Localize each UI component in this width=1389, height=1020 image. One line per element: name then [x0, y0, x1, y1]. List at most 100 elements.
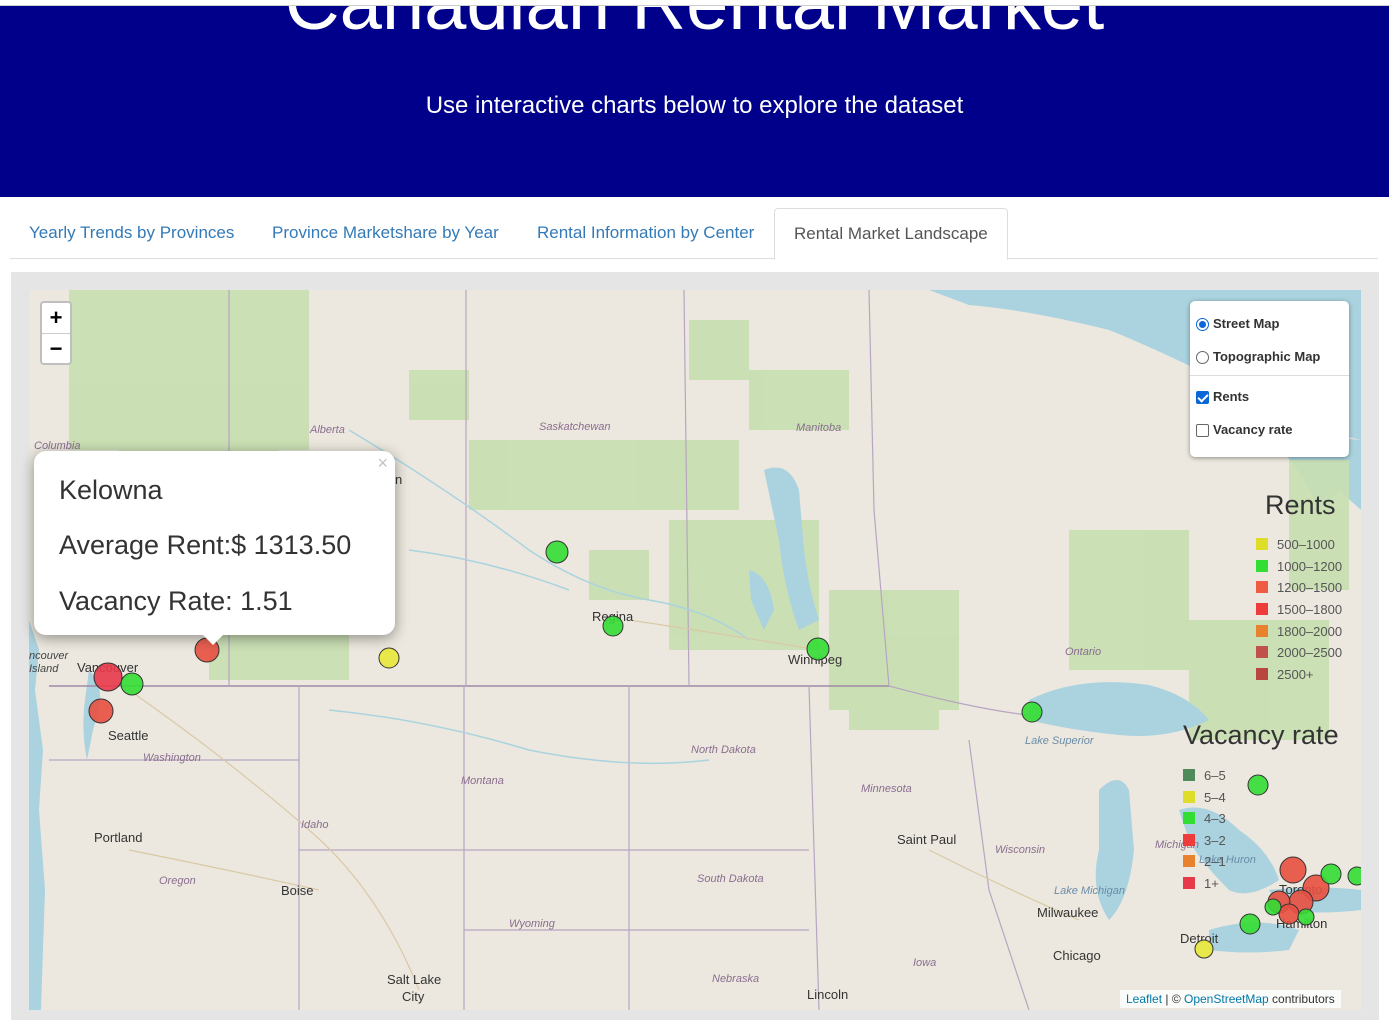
- rents-legend-item: 1800–2000: [1256, 625, 1342, 638]
- popup-average-rent: Average Rent:$ 1313.50: [59, 530, 352, 560]
- legend-swatch: [1183, 791, 1195, 803]
- legend-label: 1800–2000: [1277, 624, 1343, 639]
- layer-separator: [1190, 375, 1349, 376]
- map-attribution: Leaflet | © OpenStreetMap contributors: [1120, 990, 1341, 1008]
- label-manitoba: Manitoba: [796, 422, 841, 434]
- popup-vacancy-rate: Vacancy Rate: 1.51: [59, 586, 293, 616]
- rents-checkbox[interactable]: [1196, 390, 1209, 404]
- vacancy-legend-item: 1+: [1183, 877, 1219, 890]
- marker-winnipeg[interactable]: [806, 637, 830, 661]
- marker-london[interactable]: [1239, 913, 1261, 935]
- label-minnesota: Minnesota: [861, 783, 912, 795]
- label-salt-lake-1: Salt Lake: [387, 972, 441, 987]
- label-saint-paul: Saint Paul: [897, 832, 956, 847]
- rents-legend-item: 2000–2500: [1256, 646, 1342, 659]
- marker-abbotsford[interactable]: [120, 672, 144, 696]
- page-subtitle: Use interactive charts below to explore …: [425, 92, 964, 119]
- label-vancouver-island-2: Island: [29, 663, 59, 675]
- legend-swatch: [1256, 646, 1268, 658]
- layer-street-map[interactable]: Street Map: [1196, 314, 1279, 334]
- tab-yearly-trends[interactable]: Yearly Trends by Provinces: [10, 208, 253, 257]
- label-salt-lake-2: City: [402, 989, 425, 1004]
- layer-control: Street Map Topographic Map Rents Vacancy…: [1190, 301, 1349, 457]
- label-portland: Portland: [94, 830, 142, 845]
- label-ontario: Ontario: [1065, 646, 1101, 658]
- map-canvas[interactable]: Alberta Saskatchewan Manitoba Ontario Co…: [29, 290, 1361, 1010]
- zoom-out-button[interactable]: −: [42, 334, 70, 364]
- zoom-control: + −: [40, 301, 72, 365]
- popup-city-name: Kelowna: [59, 475, 163, 505]
- marker-vancouver[interactable]: [93, 662, 123, 692]
- legend-swatch: [1256, 668, 1268, 680]
- legend-label: 2–1: [1204, 854, 1226, 869]
- tab-bar: Yearly Trends by Provinces Province Mark…: [10, 208, 1378, 260]
- label-milwaukee: Milwaukee: [1037, 905, 1098, 920]
- marker-regina[interactable]: [602, 615, 624, 637]
- label-montana: Montana: [461, 775, 504, 787]
- vacancy-legend-item: 2–1: [1183, 855, 1226, 868]
- topographic-map-label: Topographic Map: [1213, 349, 1321, 364]
- leaflet-link[interactable]: Leaflet: [1126, 992, 1162, 1006]
- label-lake-superior: Lake Superior: [1025, 735, 1095, 747]
- zoom-in-button[interactable]: +: [42, 303, 70, 334]
- legend-swatch: [1183, 812, 1195, 824]
- label-iowa: Iowa: [913, 957, 936, 969]
- layer-rents[interactable]: Rents: [1196, 387, 1249, 407]
- legend-label: 5–4: [1204, 790, 1226, 805]
- tab-rental-market-landscape[interactable]: Rental Market Landscape: [774, 208, 1008, 260]
- popup-close-icon[interactable]: ×: [377, 453, 388, 474]
- basemap-svg: Alberta Saskatchewan Manitoba Ontario Co…: [29, 290, 1361, 1010]
- street-map-radio[interactable]: [1196, 317, 1209, 331]
- legend-label: 1+: [1204, 876, 1219, 891]
- vacancy-legend: Vacancy rate 6–5 5–4 4–3 3–2 2–1 1+: [1177, 720, 1357, 895]
- page-title: Canadian Rental Market: [0, 6, 1389, 42]
- legend-label: 3–2: [1204, 833, 1226, 848]
- marker-victoria[interactable]: [88, 698, 114, 724]
- layer-topographic-map[interactable]: Topographic Map: [1196, 347, 1320, 367]
- rents-legend-item: 1200–1500: [1256, 581, 1342, 594]
- rents-legend-item: 500–1000: [1256, 538, 1335, 551]
- legend-swatch: [1183, 769, 1195, 781]
- label-oregon: Oregon: [159, 875, 196, 887]
- label-edmonton-fragment: n: [395, 472, 402, 487]
- rents-legend-item: 2500+: [1256, 668, 1314, 681]
- rents-legend-item: 1000–1200: [1256, 560, 1342, 573]
- layer-vacancy-rate[interactable]: Vacancy rate: [1196, 420, 1293, 440]
- topographic-map-radio[interactable]: [1196, 350, 1209, 364]
- legend-swatch: [1256, 581, 1268, 593]
- rents-label: Rents: [1213, 389, 1250, 404]
- rents-legend: Rents 500–1000 1000–1200 1200–1500 1500–…: [1250, 490, 1360, 690]
- label-vancouver-island-1: ncouver: [29, 650, 69, 662]
- marker-kitchener[interactable]: [1264, 898, 1282, 916]
- legend-swatch: [1256, 538, 1268, 550]
- attribution-separator: | ©: [1162, 992, 1184, 1006]
- label-idaho: Idaho: [301, 819, 329, 831]
- legend-swatch: [1183, 877, 1195, 889]
- marker-thunder-bay[interactable]: [1021, 701, 1043, 723]
- legend-label: 4–3: [1204, 811, 1226, 826]
- label-lake-michigan: Lake Michigan: [1054, 885, 1125, 897]
- legend-label: 500–1000: [1277, 537, 1335, 552]
- marker-windsor[interactable]: [1194, 939, 1214, 959]
- street-map-label: Street Map: [1213, 316, 1280, 331]
- tab-rental-info-by-center[interactable]: Rental Information by Center: [518, 208, 773, 257]
- legend-swatch: [1256, 625, 1268, 637]
- marker-saskatoon[interactable]: [545, 540, 569, 564]
- rents-legend-item: 1500–1800: [1256, 603, 1342, 616]
- rents-legend-title: Rents: [1265, 490, 1336, 520]
- tab-province-marketshare[interactable]: Province Marketshare by Year: [253, 208, 518, 257]
- legend-label: 2000–2500: [1277, 645, 1343, 660]
- vacancy-rate-label: Vacancy rate: [1213, 422, 1293, 437]
- vacancy-legend-item: 6–5: [1183, 769, 1226, 782]
- label-wyoming: Wyoming: [509, 918, 556, 930]
- vacancy-legend-item: 4–3: [1183, 812, 1226, 825]
- label-saskatchewan: Saskatchewan: [539, 421, 611, 433]
- marker-hamilton[interactable]: [1278, 903, 1300, 925]
- marker-lethbridge[interactable]: [378, 647, 400, 669]
- marker-st-catharines[interactable]: [1297, 908, 1315, 926]
- label-north-dakota: North Dakota: [691, 744, 756, 756]
- vacancy-rate-checkbox[interactable]: [1196, 423, 1209, 437]
- legend-label: 2500+: [1277, 667, 1314, 682]
- popup-tip: [202, 634, 224, 645]
- osm-link[interactable]: OpenStreetMap: [1184, 992, 1269, 1006]
